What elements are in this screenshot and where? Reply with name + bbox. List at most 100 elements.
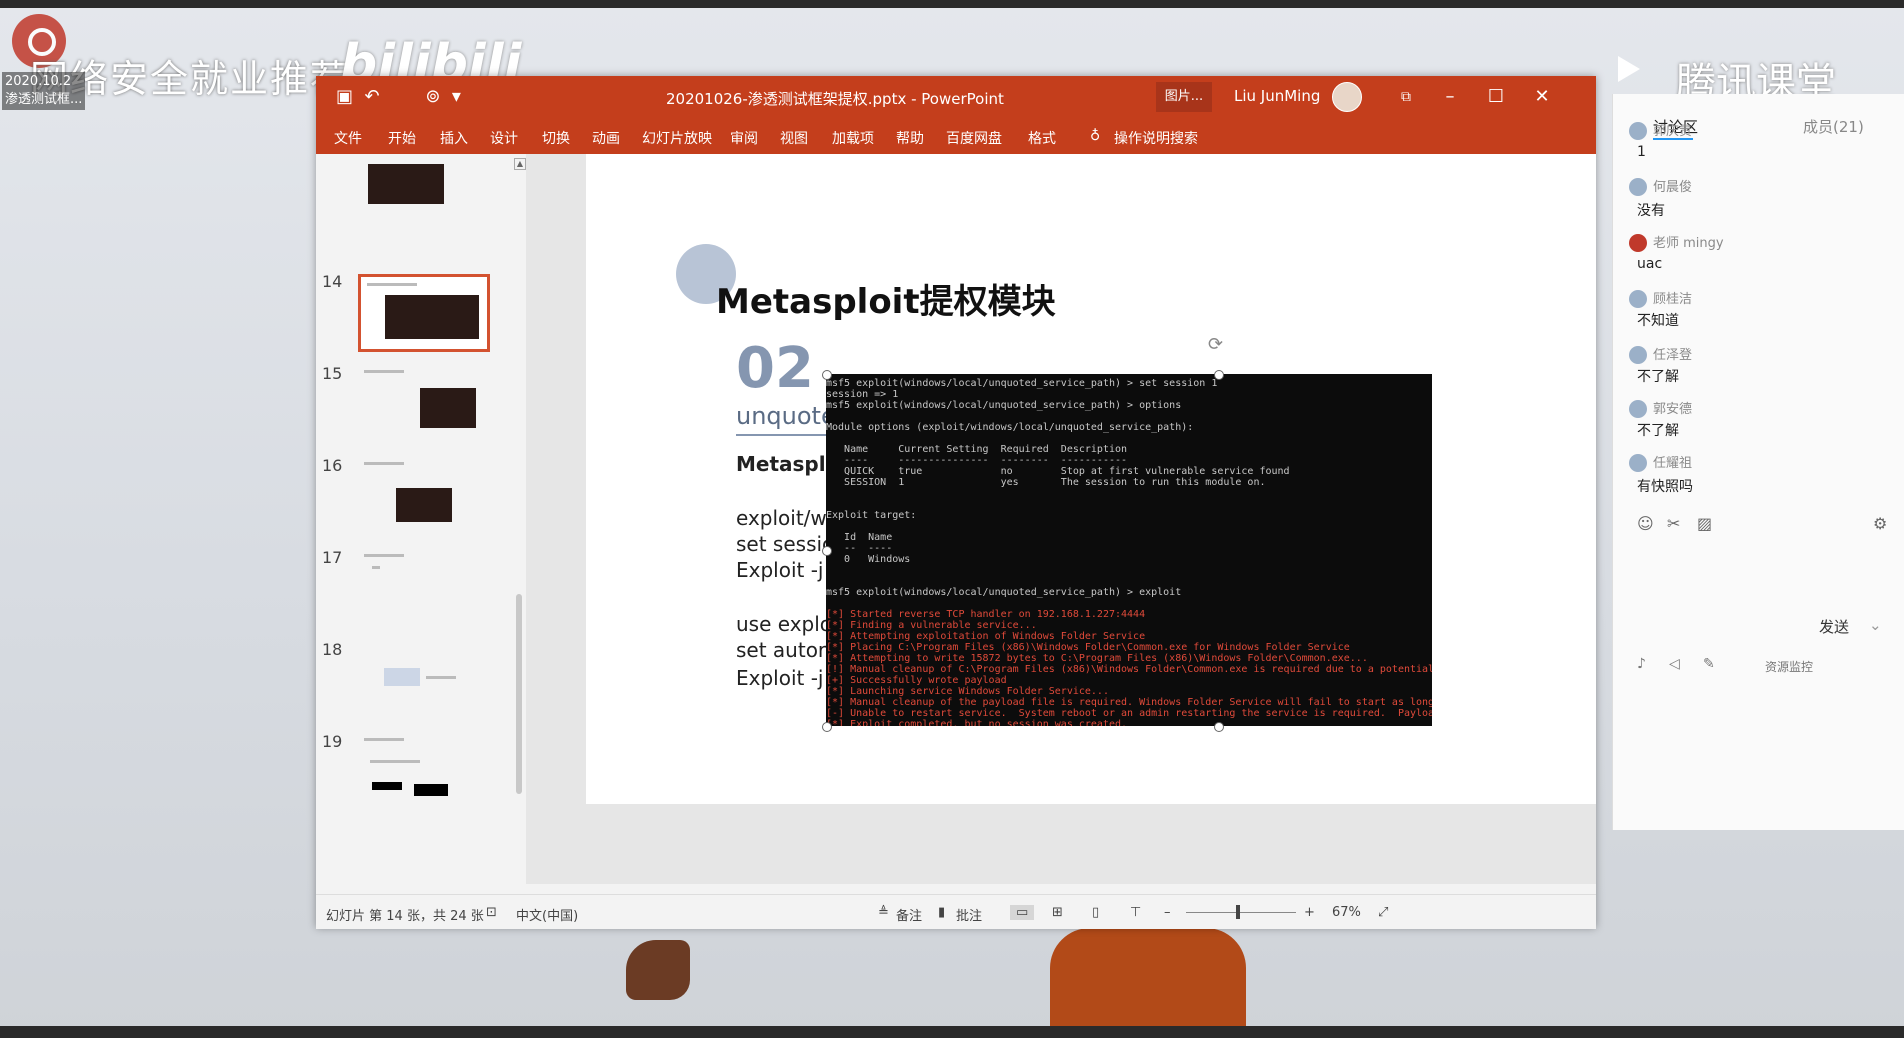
tab-file[interactable]: 文件 xyxy=(334,128,362,148)
microphone-icon[interactable]: ♪ xyxy=(1637,656,1646,672)
terminal-line: [*] Exploit completed, but no session wa… xyxy=(826,719,1128,726)
minimize-button[interactable]: – xyxy=(1428,82,1472,112)
emoji-icon[interactable]: ☺ xyxy=(1637,514,1654,533)
bullet-text[interactable]: Exploit -j xyxy=(736,558,824,582)
terminal-screenshot-image[interactable]: msf5 exploit(windows/local/unquoted_serv… xyxy=(826,374,1432,726)
avatar xyxy=(1629,400,1647,418)
tab-transitions[interactable]: 切换 xyxy=(542,128,570,148)
terminal-line: ---- --------------- -------- ----------… xyxy=(826,455,1128,466)
scissors-icon[interactable]: ✂ xyxy=(1667,514,1680,533)
customize-icon[interactable]: ▾ xyxy=(452,86,461,107)
resize-handle[interactable] xyxy=(822,722,832,732)
tab-review[interactable]: 审阅 xyxy=(730,128,758,148)
terminal-line: msf5 exploit(windows/local/unquoted_serv… xyxy=(826,587,1182,598)
tab-baidu[interactable]: 百度网盘 xyxy=(946,128,1002,148)
slide-thumbnail-19[interactable] xyxy=(360,734,486,806)
tab-insert[interactable]: 插入 xyxy=(440,128,468,148)
terminal-line: 0 Windows xyxy=(826,554,911,565)
ribbon-display-button[interactable]: ⧉ xyxy=(1384,82,1428,112)
settings-icon[interactable]: ⚙ xyxy=(1873,514,1887,533)
terminal-line: [*] Manual cleanup of the payload file i… xyxy=(826,697,1432,708)
tab-members[interactable]: 成员(21) xyxy=(1803,116,1864,137)
notes-button[interactable]: 备注 xyxy=(896,905,922,924)
terminal-line: [!] Manual cleanup of C:\Program Files (… xyxy=(826,664,1432,675)
language-indicator[interactable]: 中文(中国) xyxy=(516,905,578,924)
scroll-thumb[interactable] xyxy=(516,594,522,794)
terminal-line: [*] Attempting to write 15872 bytes to C… xyxy=(826,653,1368,664)
slide-sorter-icon[interactable]: ⊞ xyxy=(1052,905,1063,920)
slide-thumbnail-14[interactable] xyxy=(358,274,490,352)
reading-view-icon[interactable]: ▯ xyxy=(1092,905,1099,920)
message-text: 1 xyxy=(1637,144,1646,160)
slide-thumbnail-13[interactable] xyxy=(360,160,486,212)
thumbnail-scrollbar[interactable]: ▲ xyxy=(512,154,526,804)
message-text: 不了解 xyxy=(1637,369,1679,385)
screen-bottom-border xyxy=(0,1026,1904,1038)
resize-handle[interactable] xyxy=(822,546,832,556)
message-text: 没有 xyxy=(1637,203,1665,219)
terminal-line: [*] Placing C:\Program Files (x86)\Windo… xyxy=(826,642,1350,653)
slide-counter[interactable]: 幻灯片 第 14 张，共 24 张 xyxy=(326,905,484,924)
resize-handle[interactable] xyxy=(1214,722,1224,732)
slide-title[interactable]: Metasploit提权模块 xyxy=(716,274,1056,323)
normal-view-icon[interactable]: ▭ xyxy=(1010,905,1035,920)
avatar xyxy=(1629,178,1647,196)
resize-handle[interactable] xyxy=(822,370,832,380)
picture-tools-tab[interactable]: 图片... xyxy=(1156,82,1212,112)
avatar xyxy=(1629,234,1647,252)
section-number[interactable]: 02 xyxy=(736,336,814,401)
send-options-chevron-down-icon[interactable]: ⌄ xyxy=(1869,616,1882,634)
message-text: uac xyxy=(1637,256,1663,272)
zoom-level[interactable]: 67% xyxy=(1332,905,1361,920)
message-sender: 郭安德 xyxy=(1653,402,1693,417)
comments-icon[interactable]: ▮ xyxy=(938,905,945,920)
avatar[interactable] xyxy=(1332,82,1362,112)
tab-help[interactable]: 帮助 xyxy=(896,128,924,148)
watermark-subtitle: 2020.10.2 渗透测试框... xyxy=(2,72,86,110)
user-name[interactable]: Liu JunMing xyxy=(1234,87,1320,105)
tab-slideshow[interactable]: 幻灯片放映 xyxy=(642,128,712,148)
resize-handle[interactable] xyxy=(1214,370,1224,380)
lightbulb-icon[interactable]: ♁ xyxy=(1090,128,1100,144)
notes-icon[interactable]: ≜ xyxy=(878,905,889,920)
maximize-button[interactable]: ☐ xyxy=(1474,82,1518,112)
terminal-line: [*] Started reverse TCP handler on 192.1… xyxy=(826,609,1146,620)
slide-thumbnail-18[interactable] xyxy=(360,642,486,714)
slide-thumbnail-17[interactable] xyxy=(360,550,486,622)
quick-access-toolbar[interactable]: ▣ ↶ ⊚ ▾ xyxy=(336,86,461,107)
zoom-slider[interactable] xyxy=(1186,912,1296,913)
bullet-text[interactable]: Exploit -j xyxy=(736,666,824,690)
close-button[interactable]: ✕ xyxy=(1520,82,1564,112)
tab-animations[interactable]: 动画 xyxy=(592,128,620,148)
hand-icon[interactable]: ✎ xyxy=(1703,656,1715,672)
send-button[interactable]: 发送 xyxy=(1819,616,1849,637)
spellcheck-icon[interactable]: ⊡ xyxy=(486,905,497,920)
save-icon[interactable]: ▣ xyxy=(336,86,353,107)
scroll-up-icon[interactable]: ▲ xyxy=(514,158,526,170)
comments-button[interactable]: 批注 xyxy=(956,905,982,924)
slide-thumbnail-15[interactable] xyxy=(360,366,486,438)
slideshow-view-icon[interactable]: ⊤ xyxy=(1130,905,1141,920)
subtitle-underline xyxy=(736,434,826,436)
tab-format[interactable]: 格式 xyxy=(1028,128,1056,148)
terminal-line: [*] Launching service Windows Folder Ser… xyxy=(826,686,1109,697)
tab-design[interactable]: 设计 xyxy=(490,128,518,148)
tab-view[interactable]: 视图 xyxy=(780,128,808,148)
terminal-line: Exploit target: xyxy=(826,510,917,521)
rotate-handle-icon[interactable]: ⟳ xyxy=(1208,334,1228,355)
wallpaper-character xyxy=(1050,928,1246,1026)
zoom-out-button[interactable]: – xyxy=(1164,905,1171,920)
zoom-in-button[interactable]: + xyxy=(1304,905,1315,920)
zoom-slider-knob[interactable] xyxy=(1236,905,1240,919)
resource-monitor[interactable]: 资源监控 xyxy=(1765,658,1813,675)
speaker-icon[interactable]: ◁ xyxy=(1669,656,1680,672)
slide-canvas[interactable]: Metasploit提权模块 02 unquotec Metasploit ex… xyxy=(586,154,1596,804)
present-icon[interactable]: ⊚ xyxy=(425,86,440,107)
slide-thumbnail-16[interactable] xyxy=(360,458,486,530)
image-icon[interactable]: ▨ xyxy=(1697,514,1712,533)
tab-addins[interactable]: 加载项 xyxy=(832,128,874,148)
tab-home[interactable]: 开始 xyxy=(388,128,416,148)
undo-icon[interactable]: ↶ xyxy=(364,86,379,107)
tell-me-search[interactable]: 操作说明搜索 xyxy=(1114,128,1198,148)
fit-to-window-icon[interactable]: ⤢ xyxy=(1378,905,1388,920)
